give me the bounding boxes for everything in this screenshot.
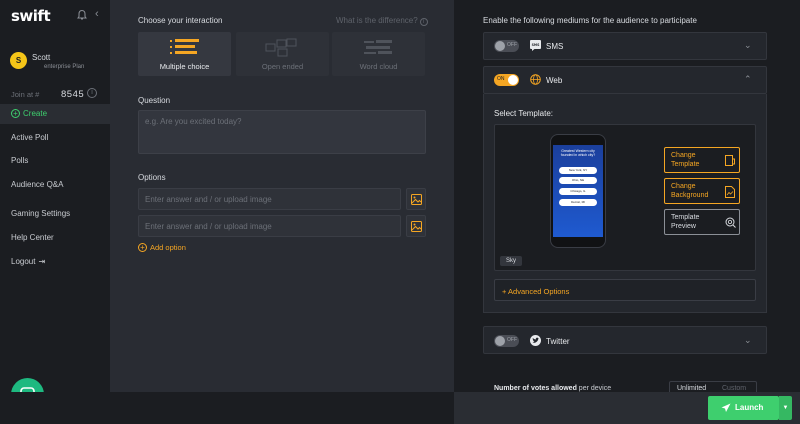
medium-sms-label: SMS xyxy=(546,42,564,51)
sidebar-item-polls[interactable]: Polls xyxy=(11,156,28,165)
question-input[interactable]: e.g. Are you excited today? xyxy=(138,110,426,154)
interaction-multiple-choice[interactable]: Multiple choice xyxy=(138,32,231,76)
sidebar-item-gaming-settings[interactable]: Gaming Settings xyxy=(11,209,70,218)
interaction-label: Word cloud xyxy=(359,62,398,71)
select-template-label: Select Template: xyxy=(494,109,553,118)
button-label: Change Template xyxy=(671,152,700,168)
launch-dropdown-button[interactable]: ▼ xyxy=(779,396,792,420)
plus-circle-icon[interactable]: + xyxy=(138,243,147,252)
interaction-open-ended[interactable]: Open ended xyxy=(236,32,329,76)
upload-image-button[interactable] xyxy=(406,215,426,237)
info-icon: i xyxy=(419,18,428,26)
twitter-icon xyxy=(530,335,541,346)
add-option-button[interactable]: Add option xyxy=(150,243,186,252)
user-plan: enterprise Plan xyxy=(44,64,85,70)
interaction-label: Open ended xyxy=(261,62,304,71)
votes-allowed-label: Number of votes allowed per device xyxy=(494,385,612,392)
button-label: Change Background xyxy=(671,183,709,199)
difference-link[interactable]: What is the difference? i xyxy=(336,16,428,26)
template-icon xyxy=(725,155,735,166)
image-icon xyxy=(411,194,422,205)
change-template-button[interactable]: Change Template xyxy=(664,147,740,173)
app-logo: swift xyxy=(11,7,51,25)
options-label: Options xyxy=(138,173,166,182)
toggle-knob xyxy=(495,41,505,51)
join-code: 8545 xyxy=(61,89,85,100)
globe-icon xyxy=(530,74,541,85)
web-toggle[interactable]: ON xyxy=(494,74,519,86)
chevron-down-icon[interactable]: ⌄ xyxy=(744,40,752,51)
background-icon xyxy=(725,186,735,198)
question-label: Question xyxy=(138,96,171,105)
twitter-toggle[interactable]: OFF xyxy=(494,335,519,347)
avatar[interactable]: S xyxy=(10,52,27,69)
launch-label: Launch xyxy=(735,403,764,412)
phone-option: Ohio, NE xyxy=(559,177,597,184)
phone-question: Greatest Western city founded in which c… xyxy=(560,149,596,157)
template-name-badge: Sky xyxy=(500,256,522,266)
word-cloud-icon xyxy=(364,40,392,54)
interaction-label: Multiple choice xyxy=(159,62,210,71)
medium-twitter-label: Twitter xyxy=(546,337,570,346)
logout-icon: ⇥ xyxy=(38,257,46,266)
votes-custom-option[interactable]: Custom xyxy=(722,385,746,392)
sms-icon: SMS xyxy=(530,40,541,51)
phone-option: New York, NY xyxy=(559,167,597,174)
image-icon xyxy=(411,221,422,232)
info-icon[interactable]: i xyxy=(87,88,97,98)
rocket-icon xyxy=(721,403,731,412)
plus-circle-icon: + xyxy=(11,109,20,118)
toggle-label: OFF xyxy=(507,42,517,48)
toggle-knob xyxy=(508,75,518,85)
medium-web-label: Web xyxy=(546,76,563,85)
chevron-up-icon[interactable]: ⌃ xyxy=(744,74,752,85)
chevron-left-icon[interactable]: ‹ xyxy=(95,8,99,20)
mediums-title: Enable the following mediums for the aud… xyxy=(483,16,697,25)
interaction-title: Choose your interaction xyxy=(138,16,223,25)
toggle-label: OFF xyxy=(507,337,517,343)
sidebar-item-logout[interactable]: Logout ⇥ xyxy=(11,257,45,266)
option-input[interactable]: Enter answer and / or upload image xyxy=(138,188,401,210)
sidebar-item-help-center[interactable]: Help Center xyxy=(11,233,54,242)
sidebar-item-active-poll[interactable]: Active Poll xyxy=(11,133,48,142)
upload-image-button[interactable] xyxy=(406,188,426,210)
option-input[interactable]: Enter answer and / or upload image xyxy=(138,215,401,237)
launch-button[interactable]: Launch xyxy=(708,396,779,420)
medium-web-card[interactable] xyxy=(483,66,767,94)
change-background-button[interactable]: Change Background xyxy=(664,178,740,204)
sidebar-item-create-label[interactable]: Create xyxy=(23,109,47,118)
medium-sms-card[interactable] xyxy=(483,32,767,60)
interaction-word-cloud[interactable]: Word cloud xyxy=(332,32,425,76)
user-name: Scott xyxy=(32,53,51,62)
button-label: Template Preview xyxy=(671,214,700,230)
medium-twitter-card[interactable] xyxy=(483,326,767,354)
advanced-options-button[interactable]: + Advanced Options xyxy=(494,279,756,301)
chevron-down-icon[interactable]: ⌄ xyxy=(744,335,752,346)
bell-icon[interactable] xyxy=(76,9,88,21)
toggle-label: ON xyxy=(497,76,505,82)
svg-text:SMS: SMS xyxy=(532,43,540,47)
votes-unlimited-option[interactable]: Unlimited xyxy=(677,385,706,392)
sidebar: swift ‹ S Scott enterprise Plan Join at … xyxy=(0,0,110,424)
join-label: Join at # xyxy=(11,90,40,99)
footer-left xyxy=(0,392,454,424)
toggle-knob xyxy=(495,336,505,346)
multiple-choice-icon xyxy=(170,39,199,54)
sidebar-item-audience-qa[interactable]: Audience Q&A xyxy=(11,180,63,189)
open-ended-icon xyxy=(265,38,297,57)
phone-option: Detroit, MI xyxy=(559,199,597,206)
phone-option: Chicago, IL xyxy=(559,188,597,195)
template-preview-button[interactable]: Template Preview xyxy=(664,209,740,235)
sms-toggle[interactable]: OFF xyxy=(494,40,519,52)
search-icon xyxy=(725,217,736,228)
